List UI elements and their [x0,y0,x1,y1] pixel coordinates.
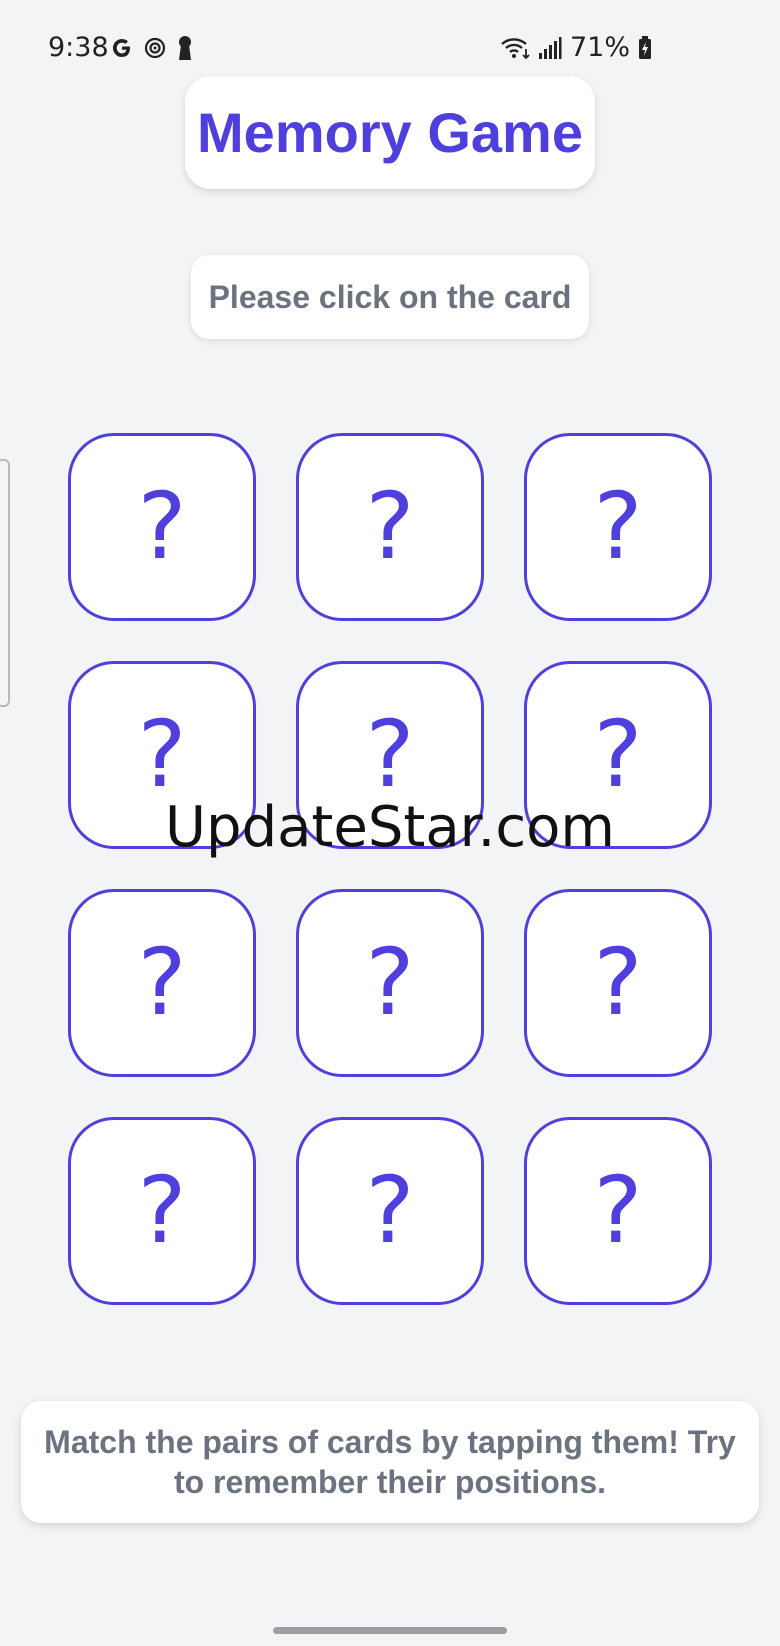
memory-card[interactable]: ? [524,661,712,849]
page-title: Memory Game [197,101,583,164]
card-grid: ? ? ? ? ? ? ? ? ? ? ? ? [68,433,712,1305]
question-mark-icon: ? [137,473,187,580]
question-mark-icon: ? [365,1157,415,1264]
question-mark-icon: ? [137,1157,187,1264]
memory-card[interactable]: ? [68,1117,256,1305]
status-time: 9:38 [48,32,109,63]
question-mark-icon: ? [365,701,415,808]
question-mark-icon: ? [365,929,415,1036]
status-left-icons [110,35,194,61]
wifi-icon [501,37,530,59]
question-mark-icon: ? [593,1157,643,1264]
instruction-text: Please click on the card [208,278,572,315]
signal-icon [538,36,562,59]
question-mark-icon: ? [593,473,643,580]
edge-panel-handle[interactable] [0,459,10,707]
hint-card: Match the pairs of cards by tapping them… [21,1401,759,1523]
memory-card[interactable]: ? [68,661,256,849]
question-mark-icon: ? [593,701,643,808]
memory-card[interactable]: ? [524,889,712,1077]
battery-percentage: 71% [569,32,630,63]
memory-card[interactable]: ? [68,889,256,1077]
memory-card[interactable]: ? [296,1117,484,1305]
memory-card[interactable]: ? [296,889,484,1077]
question-mark-icon: ? [137,701,187,808]
question-mark-icon: ? [365,473,415,580]
memory-card[interactable]: ? [296,661,484,849]
google-icon [112,38,130,58]
battery-charging-icon [639,35,651,59]
memory-card[interactable]: ? [524,1117,712,1305]
question-mark-icon: ? [593,929,643,1036]
question-mark-icon: ? [137,929,187,1036]
status-right-icons: 71% [500,32,652,63]
keyhole-icon [179,36,191,60]
memory-card[interactable]: ? [524,433,712,621]
title-card: Memory Game [185,76,595,189]
instruction-card: Please click on the card [191,255,589,339]
hint-text: Match the pairs of cards by tapping them… [44,1424,736,1500]
home-indicator[interactable] [273,1627,507,1634]
target-icon [144,37,166,59]
memory-card[interactable]: ? [296,433,484,621]
memory-card[interactable]: ? [68,433,256,621]
